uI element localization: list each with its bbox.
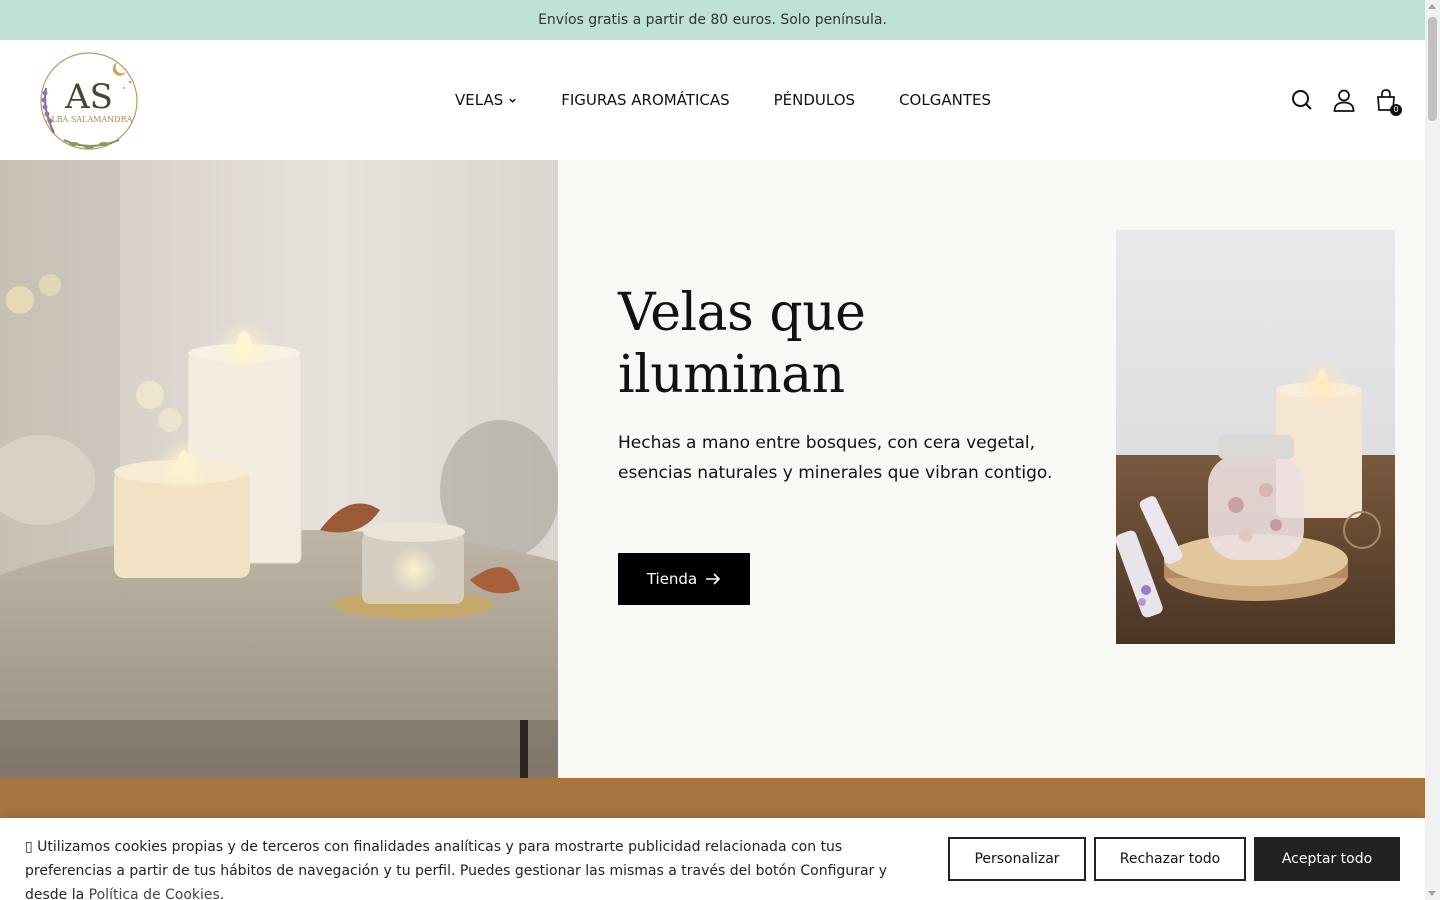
nav-item-label: PÉNDULOS bbox=[773, 91, 856, 109]
reject-cookies-label: Rechazar todo bbox=[1119, 851, 1221, 867]
hero-title-line2: iluminan bbox=[618, 345, 845, 405]
announcement-bar: Envíos gratis a partir de 80 euros. Solo… bbox=[0, 0, 1425, 40]
logo-monogram: AS bbox=[64, 77, 113, 117]
logo-wordmark: ALBA SALAMANDRA bbox=[45, 115, 133, 124]
hero-bath-salts-image bbox=[1116, 230, 1395, 644]
chevron-down-icon bbox=[509, 98, 516, 103]
nav-item-label: COLGANTES bbox=[899, 91, 991, 109]
scroll-up-icon[interactable] bbox=[1428, 4, 1436, 9]
scroll-down-icon[interactable] bbox=[1428, 891, 1436, 896]
hero-title-line1: Velas que bbox=[618, 283, 866, 343]
nav-item-label: VELAS bbox=[455, 91, 504, 109]
customize-cookies-button[interactable]: Personalizar bbox=[948, 837, 1086, 881]
cookie-icon: ▯ bbox=[25, 839, 33, 855]
header-icons: 0 bbox=[1290, 40, 1402, 160]
announcement-text: Envíos gratis a partir de 80 euros. Solo… bbox=[538, 12, 887, 28]
accept-cookies-button[interactable]: Aceptar todo bbox=[1254, 837, 1400, 881]
hero-title: Velas que iluminan bbox=[618, 282, 1038, 406]
customize-cookies-label: Personalizar bbox=[974, 851, 1060, 867]
scrollbar-thumb[interactable] bbox=[1428, 17, 1437, 121]
nav-item-velas[interactable]: VELAS bbox=[455, 91, 517, 109]
hero-subtitle: Hechas a mano entre bosques, con cera ve… bbox=[618, 433, 1053, 483]
cart-count-badge: 0 bbox=[1390, 104, 1402, 116]
nav-item-colgantes[interactable]: COLGANTES bbox=[899, 91, 991, 109]
nav-item-pendulos[interactable]: PÉNDULOS bbox=[774, 91, 855, 109]
main-nav: VELAS FIGURAS AROMÁTICAS PÉNDULOS COLGAN… bbox=[455, 40, 991, 160]
cart-button[interactable]: 0 bbox=[1374, 88, 1402, 116]
arrow-right-icon bbox=[706, 573, 721, 585]
account-button[interactable] bbox=[1332, 88, 1356, 112]
hero-section: Velas que iluminan Hechas a mano entre b… bbox=[0, 160, 1425, 778]
search-icon bbox=[1292, 90, 1312, 110]
hero-candles-image bbox=[0, 160, 558, 778]
site-header: AS ALBA SALAMANDRA VELAS FIGURAS AROMÁTI… bbox=[0, 40, 1425, 160]
cookie-banner: ▯ Utilizamos cookies propias y de tercer… bbox=[0, 818, 1425, 900]
shop-button-label: Tienda bbox=[646, 570, 698, 588]
cookie-message: ▯ Utilizamos cookies propias y de tercer… bbox=[25, 835, 930, 900]
accept-cookies-label: Aceptar todo bbox=[1281, 851, 1373, 867]
page-scrollbar[interactable] bbox=[1425, 0, 1440, 900]
shop-button[interactable]: Tienda bbox=[618, 553, 750, 605]
search-button[interactable] bbox=[1290, 88, 1314, 112]
brand-logo[interactable]: AS ALBA SALAMANDRA bbox=[34, 48, 144, 154]
reject-cookies-button[interactable]: Rechazar todo bbox=[1094, 837, 1246, 881]
user-icon bbox=[1333, 89, 1355, 112]
cookie-policy-link[interactable]: Política de Cookies bbox=[89, 887, 220, 900]
nav-item-label: FIGURAS AROMÁTICAS bbox=[561, 91, 730, 109]
nav-item-figuras[interactable]: FIGURAS AROMÁTICAS bbox=[561, 91, 729, 109]
